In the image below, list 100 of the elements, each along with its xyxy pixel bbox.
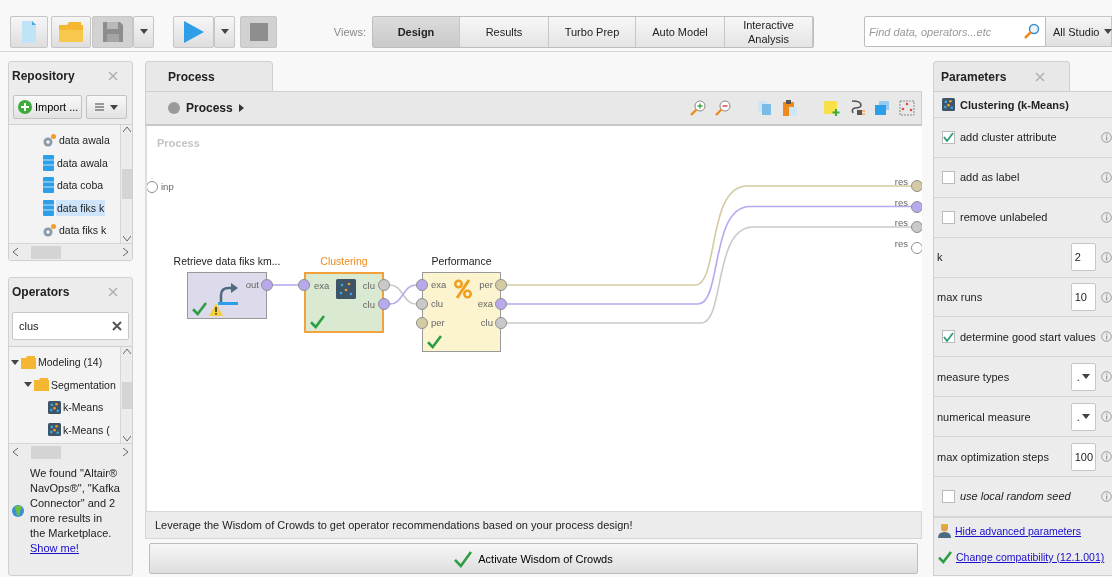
port-label: exa [477,298,493,310]
repository-item[interactable]: data awala [56,154,109,171]
zoom-in-icon[interactable] [690,100,706,116]
close-icon[interactable] [108,287,118,297]
show-me-link[interactable]: Show me! [30,542,79,554]
port-label: clu [362,299,375,311]
operator-title: Clustering [320,255,368,267]
view-tab[interactable]: Turbo Prep [549,16,636,47]
operator-title: Performance [431,255,492,267]
parameter-link[interactable]: Hide advanced parameters [955,524,1082,537]
layers-icon[interactable] [874,100,890,116]
add-note-icon[interactable] [824,100,840,116]
operator-item[interactable]: k-Means [63,401,104,414]
run-menu-button[interactable] [214,15,236,48]
cluster-icon [336,279,356,299]
repository-item[interactable]: data coba [56,177,105,194]
view-tab[interactable]: Results [460,16,549,47]
plug-icon[interactable] [849,100,865,116]
activate-wisdom-button[interactable]: Activate Wisdom of Crowds [149,543,918,574]
operator-node[interactable]: exa clu per per exa clu [422,272,501,352]
clear-icon[interactable] [112,321,122,331]
repository-item[interactable]: data awala [58,132,111,149]
new-process-button[interactable] [10,15,49,48]
port-label: res [894,176,908,187]
parameter-label: k [937,251,944,264]
open-button[interactable] [51,15,92,48]
menu-button[interactable] [86,95,127,119]
parameters-tab[interactable]: Parameters [933,61,1070,91]
input-port[interactable] [416,279,428,291]
info-icon [1100,411,1112,423]
result-port[interactable] [911,241,922,254]
folder-item[interactable]: Segmentation [51,378,116,391]
info-icon [1100,251,1112,263]
scrollbar-thumb[interactable] [121,169,132,199]
close-icon[interactable] [108,71,118,81]
checkbox[interactable] [942,489,955,503]
operator-node[interactable]: out [187,272,267,319]
result-port[interactable] [911,200,922,213]
scrollbar-thumb[interactable] [121,381,132,409]
paste-icon[interactable] [782,100,798,116]
scrollbar-thumb[interactable] [30,445,61,459]
repository-item[interactable]: data fiks k [56,199,106,216]
info-icon [1100,211,1112,223]
process-canvas[interactable]: Process inp res res res res Retrieve data fiks km... out Clustering exa clu clu Performance exa clu per per exa clu [145,126,922,511]
save-button[interactable] [92,15,134,48]
cluster-icon [942,98,955,111]
number-field[interactable]: 100 [1070,442,1096,471]
view-tab[interactable]: Interactive Analysis [725,16,813,47]
cluster-icon [48,400,61,414]
scrollbar-thumb[interactable] [30,245,61,259]
result-port[interactable] [911,221,922,233]
port-label: clu [362,280,375,292]
save-menu-button[interactable] [133,15,155,48]
operator-item[interactable]: k-Means ( [63,423,110,436]
view-tab[interactable]: Auto Model [636,16,725,47]
port-label: exa [431,279,447,291]
number-field[interactable]: 2 [1070,243,1096,272]
close-icon[interactable] [1035,71,1045,82]
scrollbar[interactable] [9,243,132,260]
dropdown[interactable]: . [1070,362,1096,391]
expanded-caret-icon[interactable] [11,359,19,365]
parameter-label: add as label [960,171,1021,184]
repository-item[interactable]: data fiks k [58,222,108,239]
scrollbar[interactable] [120,347,132,443]
expanded-caret-icon[interactable] [24,382,32,388]
copy-icon[interactable] [757,100,773,116]
folder-item[interactable]: Modeling (14) [38,356,103,369]
database-icon [43,199,54,216]
fit-icon[interactable] [899,100,915,116]
caret-icon [110,104,118,110]
dropdown[interactable]: . [1070,402,1096,431]
search-field[interactable]: Find data, operators...etc [864,16,1046,47]
view-tab[interactable]: Design [373,16,460,47]
operator-node[interactable]: exa clu clu [304,272,384,333]
scrollbar[interactable] [9,443,132,460]
info-icon [1100,451,1112,463]
checkbox[interactable] [942,210,955,224]
scrollbar[interactable] [120,125,132,243]
checkbox[interactable] [942,130,955,144]
stop-button[interactable] [240,15,277,48]
scope-dropdown[interactable]: All Studio [1046,16,1112,47]
breadcrumb[interactable]: Process [186,101,233,115]
input-port[interactable] [416,317,428,329]
import-button[interactable]: Import ... [13,95,82,119]
caret-icon [1104,29,1112,34]
info-icon [1100,171,1112,183]
person-icon [938,523,951,538]
checkbox[interactable] [942,170,955,184]
number-field[interactable]: 10 [1070,283,1096,311]
connection-wire [272,284,299,286]
process-tab[interactable]: Process [145,61,273,91]
input-port[interactable] [147,181,158,193]
input-port[interactable] [416,298,428,310]
parameter-link[interactable]: Change compatibility (12.1.001) [956,550,1105,563]
search-field[interactable]: clus [12,312,129,340]
zoom-out-icon[interactable] [715,100,731,116]
checkbox[interactable] [942,330,955,344]
gear-icon [43,133,56,147]
input-port[interactable] [298,279,310,291]
result-port[interactable] [911,180,922,192]
